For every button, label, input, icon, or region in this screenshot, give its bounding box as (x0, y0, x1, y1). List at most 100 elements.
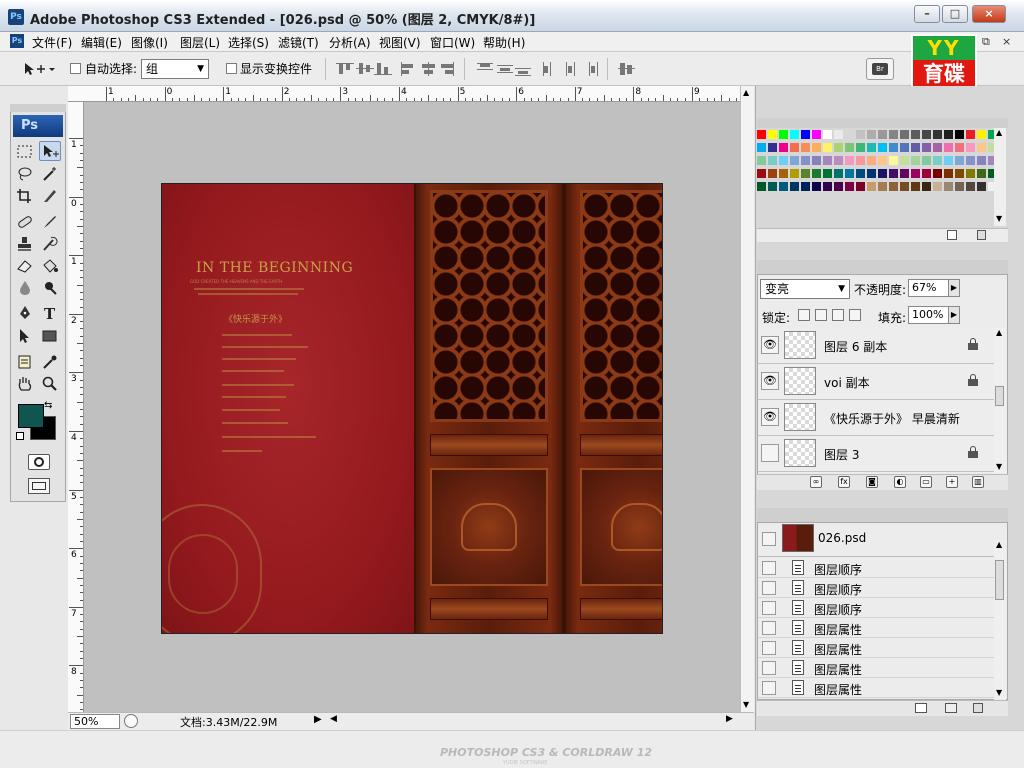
color-swatch[interactable] (768, 143, 778, 153)
color-swatch[interactable] (933, 169, 943, 179)
eye-icon[interactable]: 👁 (761, 408, 779, 426)
color-swatch[interactable] (922, 143, 932, 153)
color-swatch[interactable] (757, 182, 767, 192)
color-swatch[interactable] (834, 130, 844, 140)
default-colors-icon[interactable] (16, 432, 24, 440)
menu-analysis[interactable]: 分析(A) (329, 34, 371, 51)
color-swatch[interactable] (779, 156, 789, 166)
color-swatch[interactable] (889, 156, 899, 166)
color-swatch[interactable] (801, 156, 811, 166)
scroll-up-arrow-icon[interactable]: ▲ (996, 540, 1002, 549)
distribute-bottom-icon[interactable] (512, 60, 534, 78)
layer-row[interactable]: 图层 3 (758, 436, 994, 472)
color-swatch[interactable] (911, 182, 921, 192)
color-swatch[interactable] (812, 130, 822, 140)
close-button[interactable]: × (972, 5, 1006, 23)
magic-wand-tool[interactable] (39, 164, 61, 184)
new-layer-icon[interactable]: + (946, 476, 958, 488)
color-swatch[interactable] (768, 156, 778, 166)
quick-mask-button[interactable] (28, 454, 50, 470)
color-swatch[interactable] (955, 130, 965, 140)
document-vertical-scrollbar[interactable]: ▲ ▼ (740, 86, 754, 712)
scroll-up-arrow-icon[interactable]: ▲ (996, 128, 1002, 137)
lock-transparent-icon[interactable] (798, 309, 810, 321)
menu-help[interactable]: 帮助(H) (483, 34, 525, 51)
eye-icon[interactable]: 👁 (761, 336, 779, 354)
color-swatch[interactable] (790, 182, 800, 192)
swatches-scrollbar[interactable]: ▲ ▼ (994, 128, 1006, 226)
color-swatch[interactable] (856, 143, 866, 153)
color-swatch[interactable] (900, 143, 910, 153)
history-scrollbar[interactable]: ▲ ▼ (994, 540, 1006, 700)
blur-tool[interactable] (14, 278, 36, 298)
menu-select[interactable]: 选择(S) (228, 34, 269, 51)
color-swatch[interactable] (768, 182, 778, 192)
history-brush-source-toggle[interactable] (762, 561, 776, 575)
color-swatch[interactable] (823, 143, 833, 153)
color-swatch[interactable] (977, 182, 987, 192)
scroll-down-arrow-icon[interactable]: ▼ (743, 700, 749, 709)
color-swatch[interactable] (812, 169, 822, 179)
color-swatch[interactable] (779, 182, 789, 192)
color-swatch[interactable] (911, 130, 921, 140)
color-swatch[interactable] (922, 156, 932, 166)
color-swatch[interactable] (812, 156, 822, 166)
color-swatch[interactable] (757, 156, 767, 166)
color-swatch[interactable] (867, 169, 877, 179)
color-swatch[interactable] (845, 130, 855, 140)
lock-image-icon[interactable] (815, 309, 827, 321)
trash-icon[interactable]: ▥ (972, 476, 984, 488)
hand-tool[interactable] (14, 374, 36, 394)
menu-edit[interactable]: 编辑(E) (81, 34, 122, 51)
swatches-panel-tab[interactable] (757, 118, 1008, 128)
color-swatch[interactable] (911, 169, 921, 179)
layer-style-icon[interactable]: fx (838, 476, 850, 488)
color-swatch[interactable] (768, 130, 778, 140)
photoshop-app-icon[interactable]: Ps (8, 9, 24, 25)
trash-icon[interactable] (973, 703, 983, 713)
rectangle-tool[interactable] (39, 326, 61, 346)
color-swatch[interactable] (922, 130, 932, 140)
color-swatch[interactable] (944, 169, 954, 179)
color-swatch[interactable] (823, 156, 833, 166)
show-transform-checkbox[interactable] (226, 63, 237, 74)
color-swatch[interactable] (823, 182, 833, 192)
layers-scroll-thumb[interactable] (995, 386, 1004, 406)
color-swatch[interactable] (856, 156, 866, 166)
color-swatch[interactable] (845, 156, 855, 166)
color-swatch[interactable] (944, 156, 954, 166)
status-options-icon[interactable] (124, 714, 138, 728)
color-swatch[interactable] (889, 169, 899, 179)
auto-align-layers-icon[interactable] (616, 60, 638, 78)
history-brush-source-toggle[interactable] (762, 601, 776, 615)
zoom-tool[interactable] (39, 374, 61, 394)
menu-image[interactable]: 图像(I) (131, 34, 168, 51)
clone-stamp-tool[interactable] (14, 234, 36, 254)
eyedropper-tool[interactable] (39, 352, 61, 372)
history-brush-source-toggle[interactable] (762, 641, 776, 655)
history-state-row[interactable]: 图层属性 (758, 638, 994, 658)
history-brush-source-icon[interactable] (762, 532, 776, 546)
history-brush-source-toggle[interactable] (762, 661, 776, 675)
color-swatch[interactable] (878, 182, 888, 192)
layer-mask-icon[interactable]: ◙ (866, 476, 878, 488)
vertical-ruler[interactable]: 1 0 1 2 3 4 5 6 7 8 (68, 102, 84, 712)
history-brush-source-toggle[interactable] (762, 681, 776, 695)
history-scroll-thumb[interactable] (995, 560, 1004, 600)
color-swatch[interactable] (757, 130, 767, 140)
new-swatch-icon[interactable] (947, 230, 957, 240)
color-swatch[interactable] (834, 143, 844, 153)
color-swatch[interactable] (922, 169, 932, 179)
blend-mode-dropdown[interactable]: 变亮 ▼ (760, 279, 850, 299)
foreground-color-swatch[interactable] (18, 404, 44, 428)
color-swatch[interactable] (955, 169, 965, 179)
layer-row[interactable]: 👁 voi 副本 (758, 364, 994, 400)
doc-restore-button[interactable]: ⧉ (982, 35, 990, 49)
new-document-from-state-icon[interactable] (915, 703, 927, 713)
swatches-grid[interactable] (757, 130, 1008, 226)
align-top-icon[interactable] (334, 60, 356, 78)
history-brush-tool[interactable] (39, 234, 61, 254)
fill-slider-arrow-icon[interactable]: ▶ (948, 306, 960, 324)
color-swatch[interactable] (845, 169, 855, 179)
color-swatch[interactable] (867, 143, 877, 153)
